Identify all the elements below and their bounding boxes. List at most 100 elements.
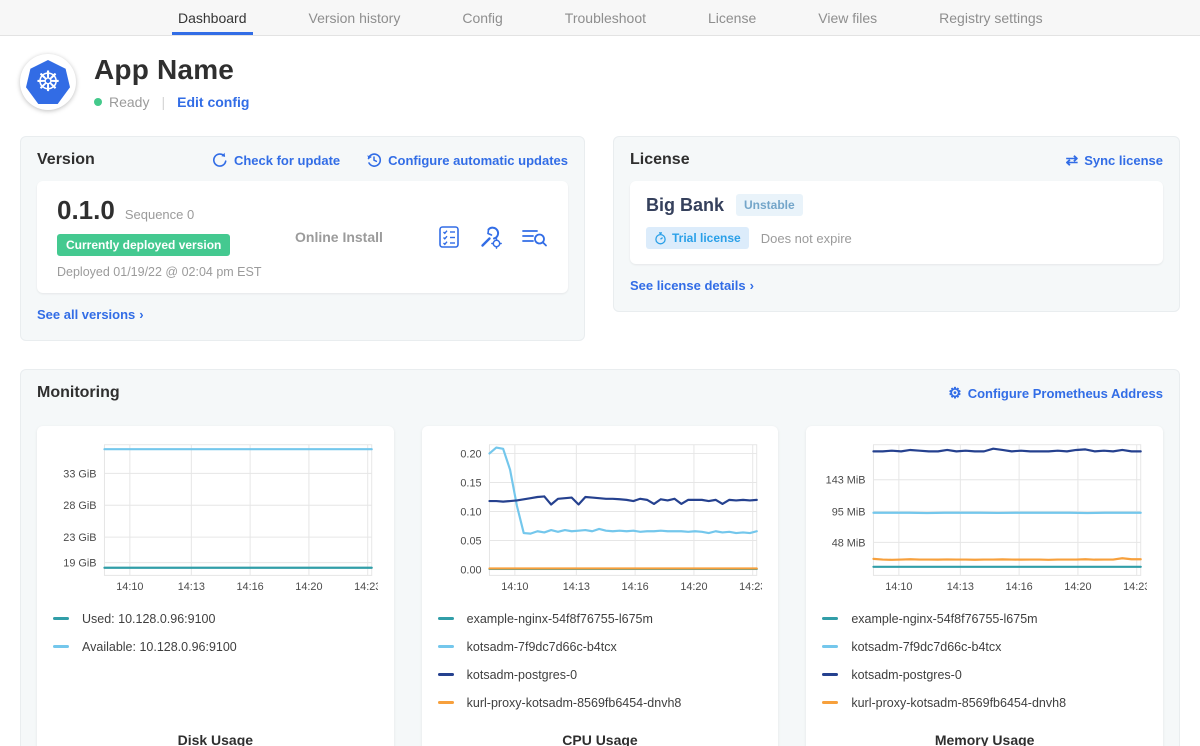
svg-text:95 MiB: 95 MiB [832, 506, 866, 518]
channel-badge: Unstable [736, 194, 803, 216]
chart-legend: Used: 10.128.0.96:9100 Available: 10.128.… [53, 612, 378, 668]
svg-text:28 GiB: 28 GiB [63, 500, 96, 512]
page-title: App Name [94, 54, 249, 86]
svg-text:14:20: 14:20 [680, 581, 707, 593]
preflight-checks-icon[interactable] [436, 224, 462, 250]
sync-arrows-icon: ⇄ [1066, 153, 1079, 168]
tab-troubleshoot[interactable]: Troubleshoot [559, 0, 652, 35]
chart-title: Disk Usage [53, 732, 378, 746]
legend-label: kurl-proxy-kotsadm-8569fb6454-dnvh8 [851, 696, 1066, 710]
license-card: License ⇄ Sync license Big Bank Unstable [613, 136, 1180, 312]
svg-text:0.10: 0.10 [460, 506, 481, 518]
sync-license-button[interactable]: ⇄ Sync license [1066, 153, 1163, 168]
svg-text:14:13: 14:13 [178, 581, 205, 593]
svg-text:0.20: 0.20 [460, 448, 481, 460]
svg-text:14:23: 14:23 [739, 581, 763, 593]
release-notes-icon[interactable] [520, 224, 548, 250]
legend-label: kotsadm-postgres-0 [467, 668, 577, 682]
legend-label: kotsadm-7f9dc7d66c-b4tcx [467, 640, 617, 654]
svg-text:14:20: 14:20 [1065, 581, 1092, 593]
edit-config-link[interactable]: Edit config [177, 94, 249, 110]
install-type-label: Online Install [287, 229, 436, 245]
version-card-title: Version [37, 151, 95, 169]
chart-card-cpu-usage: 14:1014:1314:1614:2014:230.200.150.100.0… [422, 426, 779, 746]
chart-plot: 14:1014:1314:1614:2014:230.200.150.100.0… [438, 438, 763, 594]
svg-text:14:10: 14:10 [116, 581, 143, 593]
svg-text:33 GiB: 33 GiB [63, 468, 96, 480]
legend-color-dash [53, 617, 69, 620]
legend-item: example-nginx-54f8f76755-l675m [438, 612, 763, 625]
edit-config-wrench-icon[interactable] [478, 224, 504, 250]
ready-status-dot [94, 98, 102, 106]
legend-label: example-nginx-54f8f76755-l675m [851, 612, 1037, 626]
chart-title: CPU Usage [438, 732, 763, 746]
chart-legend: example-nginx-54f8f76755-l675m kotsadm-7f… [822, 612, 1147, 724]
chart-legend: example-nginx-54f8f76755-l675m kotsadm-7f… [438, 612, 763, 724]
legend-item: Available: 10.128.0.96:9100 [53, 640, 378, 653]
legend-color-dash [438, 701, 454, 704]
legend-item: kotsadm-7f9dc7d66c-b4tcx [438, 640, 763, 653]
legend-item: kotsadm-7f9dc7d66c-b4tcx [822, 640, 1147, 653]
svg-text:14:10: 14:10 [886, 581, 913, 593]
expiry-text: Does not expire [761, 231, 852, 246]
legend-color-dash [53, 645, 69, 648]
legend-item: kurl-proxy-kotsadm-8569fb6454-dnvh8 [438, 696, 763, 709]
tab-dashboard[interactable]: Dashboard [172, 0, 253, 35]
legend-color-dash [438, 673, 454, 676]
see-license-details-link[interactable]: See license details › [630, 278, 754, 293]
check-for-update-button[interactable]: Check for update [212, 152, 340, 168]
configure-prometheus-button[interactable]: ⚙ Configure Prometheus Address [948, 386, 1163, 401]
app-logo: ☸ [20, 54, 76, 110]
tab-view-files[interactable]: View files [812, 0, 883, 35]
legend-color-dash [438, 617, 454, 620]
stopwatch-icon [654, 232, 667, 245]
legend-label: kotsadm-postgres-0 [851, 668, 961, 682]
chart-plot: 14:1014:1314:1614:2014:2333 GiB28 GiB23 … [53, 438, 378, 594]
tab-license[interactable]: License [702, 0, 762, 35]
svg-text:14:20: 14:20 [295, 581, 322, 593]
gear-icon: ⚙ [948, 386, 961, 401]
svg-text:14:23: 14:23 [354, 581, 378, 593]
chevron-right-icon: › [750, 278, 754, 293]
top-navigation: Dashboard Version history Config Trouble… [0, 0, 1200, 36]
version-card: Version Check for update Configure au [20, 136, 585, 341]
summary-cards-row: Version Check for update Configure au [0, 136, 1200, 341]
legend-label: kurl-proxy-kotsadm-8569fb6454-dnvh8 [467, 696, 682, 710]
sequence-label: Sequence 0 [125, 207, 194, 222]
svg-text:14:13: 14:13 [947, 581, 974, 593]
svg-text:14:23: 14:23 [1123, 581, 1147, 593]
legend-color-dash [438, 645, 454, 648]
legend-item: example-nginx-54f8f76755-l675m [822, 612, 1147, 625]
chart-card-memory-usage: 14:10 14:13 14:16 14:20 14:23 143 MiB 95 MiB 48… [806, 426, 1163, 746]
helm-wheel-icon: ☸ [35, 68, 60, 96]
chevron-right-icon: › [139, 307, 143, 322]
see-all-versions-link[interactable]: See all versions › [37, 307, 144, 322]
configure-automatic-updates-button[interactable]: Configure automatic updates [366, 152, 568, 168]
deployed-badge: Currently deployed version [57, 234, 230, 256]
refresh-icon [212, 152, 228, 168]
svg-text:14:16: 14:16 [237, 581, 264, 593]
svg-text:48 MiB: 48 MiB [832, 537, 866, 549]
legend-label: Used: 10.128.0.96:9100 [82, 612, 215, 626]
chart-card-disk-usage: 14:1014:1314:1614:2014:2333 GiB28 GiB23 … [37, 426, 394, 746]
kubernetes-icon: ☸ [26, 60, 70, 104]
legend-item: kurl-proxy-kotsadm-8569fb6454-dnvh8 [822, 696, 1147, 709]
divider: | [161, 94, 165, 110]
license-card-title: License [630, 151, 690, 169]
tab-version-history[interactable]: Version history [303, 0, 407, 35]
legend-color-dash [822, 645, 838, 648]
svg-text:143 MiB: 143 MiB [826, 475, 866, 487]
svg-text:0.05: 0.05 [460, 536, 481, 548]
license-info-box: Big Bank Unstable Trial license Does not… [630, 181, 1163, 264]
legend-color-dash [822, 617, 838, 620]
tab-config[interactable]: Config [456, 0, 508, 35]
svg-text:14:16: 14:16 [1006, 581, 1033, 593]
svg-text:14:10: 14:10 [501, 581, 528, 593]
app-header: ☸ App Name Ready | Edit config [0, 36, 1200, 110]
tab-registry-settings[interactable]: Registry settings [933, 0, 1048, 35]
chart-plot: 14:10 14:13 14:16 14:20 14:23 143 MiB 95 MiB 48… [822, 438, 1147, 594]
legend-label: example-nginx-54f8f76755-l675m [467, 612, 653, 626]
version-number: 0.1.0 [57, 195, 115, 226]
svg-text:19 GiB: 19 GiB [63, 558, 96, 570]
svg-text:0.00: 0.00 [460, 565, 481, 577]
